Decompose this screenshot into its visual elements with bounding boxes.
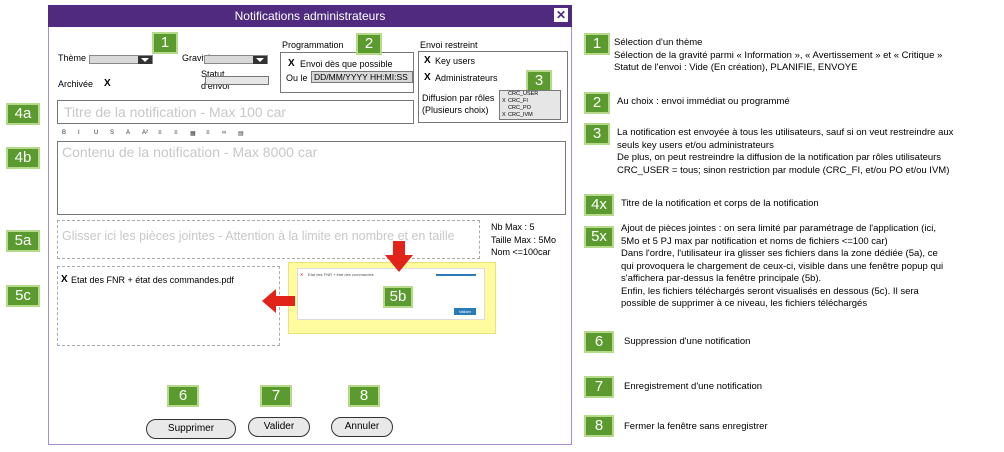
strikethrough-icon[interactable]: S <box>110 130 114 136</box>
align-icon[interactable]: ≡ <box>206 130 210 136</box>
legend-badge-4x: 4x <box>584 194 614 216</box>
legend-text-5x: Ajout de pièces jointes : on sera limité… <box>621 223 944 309</box>
close-icon[interactable]: ✕ <box>554 8 568 22</box>
limit-nom: Nom <=100car <box>491 247 551 257</box>
italic-icon[interactable]: I <box>78 130 80 136</box>
archivee-checkbox[interactable]: X <box>104 78 111 89</box>
chevron-down-icon <box>253 56 267 64</box>
role-item[interactable]: X CRC_FI <box>502 98 528 105</box>
legend-text-3: La notification est envoyée à tous les u… <box>617 127 954 176</box>
window-title-bar: Notifications administrateurs ✕ <box>48 5 572 27</box>
underline-icon[interactable]: U <box>94 130 98 136</box>
legend-text-7: Enregistrement d'une notification <box>624 381 763 392</box>
font-color-icon[interactable]: A <box>126 130 130 136</box>
theme-label: Thème <box>58 53 87 63</box>
font-size-icon[interactable]: A² <box>142 130 148 136</box>
badge-4a: 4a <box>6 103 40 125</box>
upload-progress-bar <box>436 274 476 276</box>
admins-label: Administrateurs <box>435 73 498 83</box>
file-delete-checkbox[interactable]: X <box>61 274 68 285</box>
attachment-dropzone[interactable]: Glisser ici les pièces jointes - Attenti… <box>57 220 480 259</box>
title-input[interactable]: Titre de la notification - Max 100 car <box>57 100 414 124</box>
key-users-label: Key users <box>435 56 476 66</box>
legend-badge-6: 6 <box>584 331 614 353</box>
popup-validate-button[interactable]: Valider <box>454 308 476 315</box>
list-numbered-icon[interactable]: ≡ <box>174 130 178 136</box>
bold-icon[interactable]: B <box>62 130 66 136</box>
editor-toolbar: B I U S A A² ≡ ≡ ▦ ≡ ∞ ▤ <box>62 130 262 140</box>
legend-badge-3: 3 <box>584 123 610 145</box>
diffusion-label-1: Diffusion par rôles <box>422 93 495 103</box>
role-item[interactable]: X CRC_IVM <box>502 112 533 119</box>
key-users-checkbox[interactable]: X <box>424 55 431 66</box>
title-placeholder: Titre de la notification - Max 100 car <box>64 104 287 120</box>
date-input[interactable]: DD/MM/YYYY HH:MI:SS <box>311 71 413 83</box>
arrow-left-icon <box>262 289 295 313</box>
statut-field <box>205 76 269 85</box>
content-placeholder: Contenu de la notification - Max 8000 ca… <box>62 144 318 160</box>
content-textarea[interactable]: Contenu de la notification - Max 8000 ca… <box>57 141 566 215</box>
arrow-down-icon <box>385 241 413 272</box>
theme-select[interactable] <box>89 55 153 64</box>
legend-text-2: Au choix : envoi immédiat ou programmé <box>617 96 790 107</box>
table-icon[interactable]: ▦ <box>190 130 196 137</box>
badge-2: 2 <box>356 33 382 55</box>
programmation-label: Programmation <box>282 40 344 50</box>
badge-4b: 4b <box>6 147 40 169</box>
validate-button[interactable]: Valider <box>248 417 310 437</box>
role-item[interactable]: CRC_USER <box>502 91 538 98</box>
legend-badge-7: 7 <box>584 376 614 398</box>
cancel-button[interactable]: Annuler <box>331 417 393 437</box>
list-icon[interactable]: ≡ <box>158 130 162 136</box>
archivee-label: Archivée <box>58 79 94 89</box>
ou-le-label: Ou le <box>286 73 308 83</box>
legend-badge-2: 2 <box>584 92 610 114</box>
badge-6: 6 <box>167 385 199 407</box>
roles-listbox[interactable]: CRC_USER X CRC_FI CRC_PO X CRC_IVM <box>499 90 561 120</box>
badge-1: 1 <box>152 32 178 54</box>
admins-checkbox[interactable]: X <box>424 72 431 83</box>
limit-taille: Taille Max : 5Mo <box>491 235 557 245</box>
legend-text-6: Suppression d'une notification <box>624 336 751 347</box>
popup-close-icon[interactable]: ✕ <box>300 272 303 277</box>
badge-5c: 5c <box>6 285 40 307</box>
legend-badge-1: 1 <box>584 33 610 55</box>
legend-text-8: Fermer la fenêtre sans enregistrer <box>624 421 768 432</box>
legend-text-4x: Titre de la notification et corps de la … <box>621 198 819 209</box>
legend-text-1: Sélection d'un thème Sélection de la grav… <box>614 37 943 73</box>
limit-nb: Nb Max : 5 <box>491 222 535 232</box>
badge-3: 3 <box>526 70 552 92</box>
envoi-restreint-label: Envoi restreint <box>420 40 478 50</box>
role-item[interactable]: CRC_PO <box>502 105 531 112</box>
file-name: Etat des FNR + état des commandes.pdf <box>71 275 234 285</box>
gravite-select[interactable] <box>204 55 268 64</box>
popup-file-name: Etat des FNR + état des commandes <box>308 272 374 277</box>
legend-badge-5x: 5x <box>584 226 614 248</box>
badge-8: 8 <box>348 385 380 407</box>
window-title: Notifications administrateurs <box>234 9 386 23</box>
envoi-label: Envoi dès que possible <box>300 59 393 69</box>
link-icon[interactable]: ∞ <box>222 130 226 136</box>
diffusion-label-2: (Plusieurs choix) <box>422 105 489 115</box>
delete-button[interactable]: Supprimer <box>146 419 236 439</box>
badge-5b: 5b <box>383 286 413 308</box>
chevron-down-icon <box>138 56 152 64</box>
legend-badge-8: 8 <box>584 415 614 437</box>
badge-7: 7 <box>260 385 292 407</box>
image-icon[interactable]: ▤ <box>238 130 244 137</box>
attachment-list: X Etat des FNR + état des commandes.pdf <box>57 266 280 346</box>
badge-5a: 5a <box>6 230 40 252</box>
envoi-checkbox[interactable]: X <box>288 58 295 69</box>
